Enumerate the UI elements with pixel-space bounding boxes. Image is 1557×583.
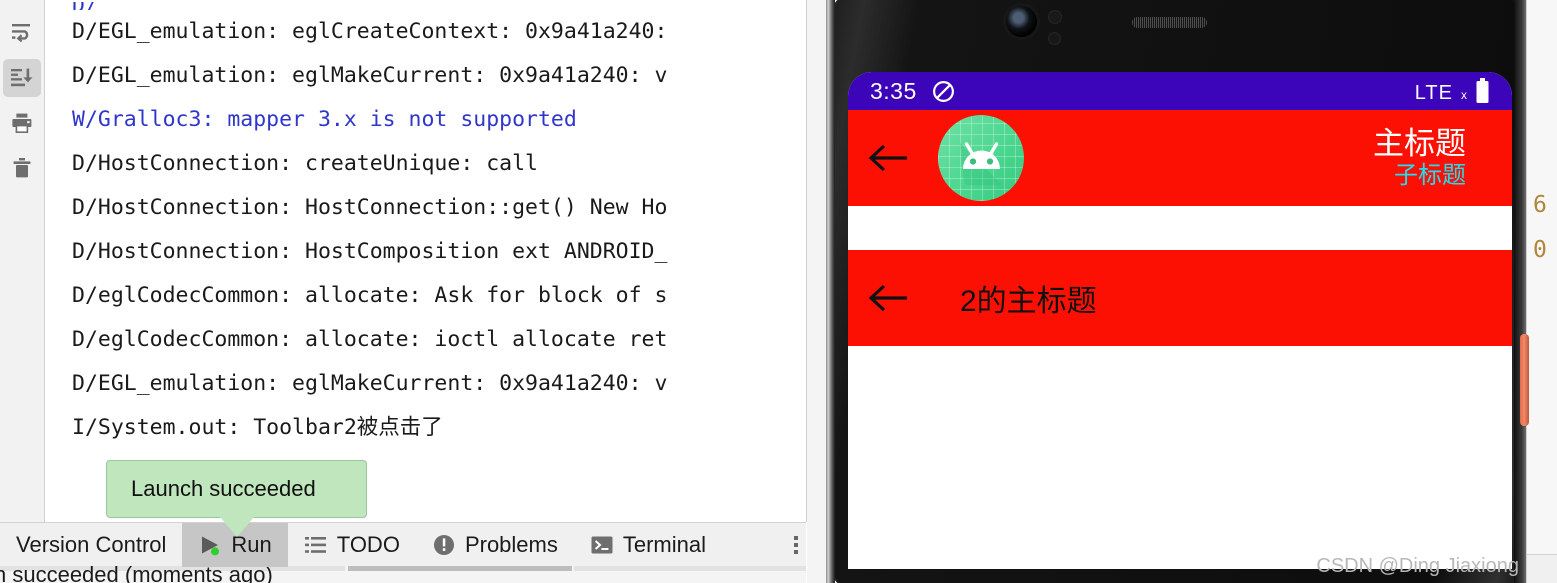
logcat-output-panel[interactable]: D/ D/EGL_emulation: eglCreateContext: 0x… (46, 0, 806, 522)
run-icon (202, 536, 220, 555)
earpiece-speaker-icon (1132, 17, 1207, 28)
soft-wrap-icon[interactable] (3, 14, 41, 52)
scroll-to-end-icon[interactable] (3, 59, 41, 97)
tool-window-label: TODO (336, 531, 400, 557)
editor-char: 0 (1533, 237, 1547, 263)
panel-gap (807, 0, 826, 583)
battery-icon (1475, 77, 1490, 105)
tool-window-problems[interactable]: Problems (416, 523, 574, 567)
tool-window-label: Problems (464, 531, 558, 557)
editor-char: 6 (1533, 192, 1547, 218)
logcat-line: D/eglCodecCommon: allocate: ioctl alloca… (72, 327, 668, 352)
tool-window-label: Version Control (16, 531, 167, 557)
status-message: ch succeeded (moments ago) (0, 566, 273, 583)
logcat-line-clipped: D/ (46, 2, 806, 10)
app-content-area[interactable] (848, 346, 1512, 569)
print-icon[interactable] (3, 104, 41, 142)
android-robot-glyph (960, 142, 1002, 185)
tool-window-todo[interactable]: TODO (288, 523, 416, 567)
do-not-disturb-icon (931, 79, 956, 104)
phone-right-rim (1514, 0, 1526, 583)
clear-logcat-icon[interactable] (3, 149, 41, 187)
network-type-label: LTE (1414, 81, 1453, 104)
dnd-glyph (932, 80, 954, 102)
tool-window-version-control[interactable]: Version Control (0, 523, 182, 567)
trash-glyph (13, 158, 31, 178)
print-glyph (12, 113, 32, 134)
light-sensor-icon (1048, 32, 1061, 45)
logcat-line: D/HostConnection: HostConnection::get() … (72, 195, 668, 220)
android-robot-icon (938, 115, 1024, 201)
toolbar-2-title: 2的主标题 (960, 285, 1097, 318)
problems-icon (433, 534, 454, 555)
toolbar-1-titles: 主标题 子标题 (1373, 126, 1494, 191)
logcat-line: I/System.out: Toolbar2被点击了 (72, 415, 443, 440)
terminal-icon (591, 536, 613, 553)
back-arrow-glyph (868, 144, 907, 172)
status-bar-clock: 3:35 (870, 77, 917, 104)
tool-window-terminal[interactable]: Terminal (574, 523, 722, 567)
logcat-line: D/eglCodecCommon: allocate: Ask for bloc… (72, 283, 668, 308)
app-toolbar-1[interactable]: 主标题 子标题 (848, 110, 1512, 206)
ide-status-bar: ch succeeded (moments ago) (0, 566, 806, 583)
tool-window-label: Terminal (622, 531, 706, 557)
status-bar-right-cluster: LTE x (1414, 77, 1490, 105)
scroll-to-end-glyph (11, 68, 33, 87)
logcat-line: D/HostConnection: HostComposition ext AN… (72, 239, 668, 264)
toolbar-1-title: 主标题 (1373, 125, 1466, 161)
logcat-line: D/EGL_emulation: eglMakeCurrent: 0x9a41a… (72, 371, 668, 396)
logcat-side-toolbar (0, 0, 45, 522)
tooltip-text: Launch succeeded (131, 476, 316, 501)
editor-right-footer (1527, 554, 1557, 583)
back-arrow-icon[interactable] (866, 135, 912, 181)
tool-window-bar: Version Control Run TODO Problems Termin… (0, 522, 806, 567)
signal-x-marker: x (1461, 87, 1467, 102)
logcat-line: D/HostConnection: createUnique: call (72, 151, 538, 176)
todo-list-icon (304, 536, 326, 553)
horizontal-scrollbar-thumb[interactable] (348, 566, 572, 571)
app-toolbar-2[interactable]: 2的主标题 (848, 250, 1512, 346)
proximity-sensor-icon (1048, 10, 1062, 24)
screen-root: D/ D/EGL_emulation: eglCreateContext: 0x… (0, 0, 1557, 583)
android-emulator-device[interactable]: 3:35 LTE x 主标题 子标题 2的主标题 (826, 0, 1529, 583)
watermark: CSDN @Ding Jiaxiong (1316, 555, 1519, 577)
horizontal-scrollbar-track-right[interactable] (574, 566, 806, 571)
back-arrow-icon[interactable] (866, 275, 912, 321)
toolbar-separator-gap (848, 206, 1512, 250)
logcat-line: W/Gralloc3: mapper 3.x is not supported (72, 107, 577, 132)
phone-left-rim (826, 0, 835, 583)
tooltip-pointer (220, 517, 254, 537)
toolbar-1-subtitle: 子标题 (1394, 162, 1466, 190)
soft-wrap-glyph (12, 24, 30, 43)
logcat-line: D/EGL_emulation: eglCreateContext: 0x9a4… (72, 19, 668, 44)
launch-status-tooltip: Launch succeeded (106, 460, 367, 518)
battery-glyph (1476, 77, 1489, 103)
editor-right-sliver[interactable]: 6 0 (1526, 0, 1557, 583)
back-arrow-glyph (868, 284, 907, 312)
emulator-screen[interactable]: 3:35 LTE x 主标题 子标题 2的主标题 (848, 72, 1512, 569)
more-tool-windows-icon[interactable] (794, 535, 798, 554)
logcat-line: D/EGL_emulation: eglMakeCurrent: 0x9a41a… (72, 63, 668, 88)
power-button[interactable] (1520, 334, 1529, 426)
front-camera-icon (1006, 6, 1037, 37)
android-status-bar: 3:35 LTE x (848, 72, 1512, 110)
